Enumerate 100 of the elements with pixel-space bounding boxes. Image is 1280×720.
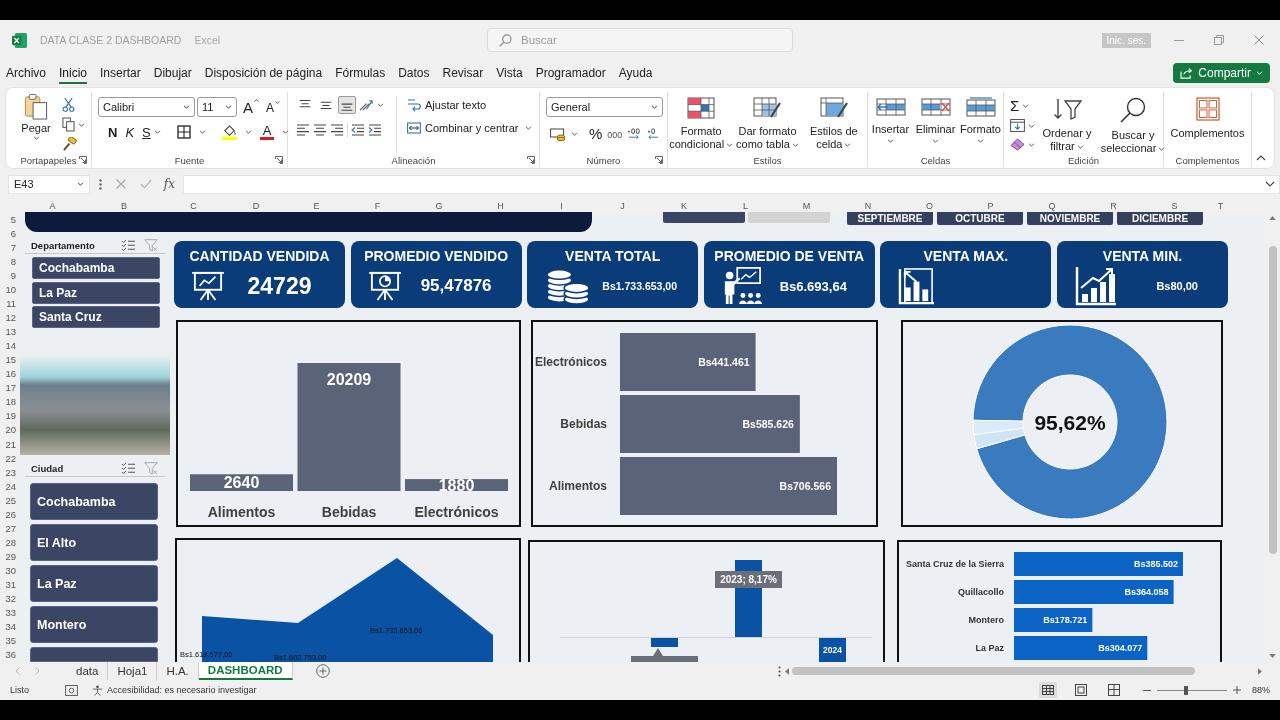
align-center-icon[interactable] — [313, 124, 327, 136]
row-number[interactable]: 21 — [0, 437, 18, 452]
column-header[interactable]: F — [347, 201, 408, 211]
scrollbar-thumb[interactable] — [1268, 246, 1277, 554]
checkmark-icon[interactable] — [139, 179, 152, 189]
styles-button[interactable]: Formato condicional — [668, 95, 735, 151]
italic-button[interactable]: K — [125, 124, 135, 140]
month-button[interactable]: OCTUBRE — [937, 212, 1023, 225]
minimize-icon[interactable] — [1174, 39, 1184, 41]
money-icon[interactable] — [550, 126, 566, 141]
row-number[interactable]: 19 — [0, 408, 18, 423]
fill-down-icon[interactable] — [1010, 119, 1025, 132]
menu-tab[interactable]: Ayuda — [618, 62, 653, 84]
month-button[interactable]: NOVIEMBRE — [1027, 212, 1113, 225]
insert-function-button[interactable]: fx — [163, 177, 175, 191]
row-number[interactable]: 11 — [0, 296, 18, 311]
column-header[interactable]: D — [226, 201, 286, 211]
menu-tab[interactable]: Insertar — [100, 62, 141, 84]
name-box[interactable]: E43 — [8, 174, 90, 194]
wrap-text-button[interactable]: Ajustar texto — [407, 98, 532, 112]
multi-select-icon[interactable] — [121, 239, 135, 251]
menu-tab[interactable]: Datos — [398, 62, 430, 84]
paint-bucket-icon[interactable] — [221, 124, 237, 140]
increase-indent-icon[interactable] — [368, 124, 382, 136]
row-number[interactable]: 12 — [0, 310, 18, 325]
column-header[interactable]: M — [776, 201, 837, 211]
merge-center-button[interactable]: Combinar y centrar — [407, 121, 519, 135]
column-header[interactable]: S — [1144, 201, 1205, 211]
column-header[interactable]: O — [899, 201, 960, 211]
column-header[interactable]: B — [87, 201, 161, 211]
sheet-tab[interactable]: H.A. — [157, 662, 199, 680]
sheet-tab[interactable]: data — [67, 662, 109, 680]
number-format-dropdown[interactable]: General — [546, 97, 663, 117]
column-header[interactable]: E — [286, 201, 347, 211]
shrink-font-button[interactable]: A — [266, 99, 281, 115]
slicer-item[interactable]: Cochabamba — [32, 257, 160, 279]
chevron-down-icon[interactable] — [1265, 181, 1275, 187]
close-icon[interactable] — [1254, 35, 1264, 45]
menu-tab[interactable]: Archivo — [6, 62, 46, 84]
slider-thumb[interactable] — [1184, 685, 1189, 695]
scroll-left-icon[interactable] — [785, 667, 789, 675]
row-number[interactable]: 9 — [0, 268, 18, 283]
sheet-tab[interactable]: DASHBOARD — [198, 662, 293, 680]
paste-button[interactable]: Pegar — [16, 93, 56, 153]
cells-button[interactable]: Eliminar — [914, 95, 957, 143]
copy-icon[interactable] — [62, 117, 75, 132]
more-options-icon[interactable] — [98, 178, 102, 190]
slicer-item[interactable]: Montero — [30, 606, 158, 643]
eraser-icon[interactable] — [1010, 138, 1025, 151]
font-name-dropdown[interactable]: Calibri — [98, 97, 195, 117]
more-options-icon[interactable] — [778, 665, 781, 677]
row-number[interactable]: 14 — [0, 338, 18, 353]
column-header[interactable]: L — [715, 201, 776, 211]
menu-tab[interactable]: Revisar — [442, 62, 484, 84]
month-button[interactable]: SEPTIEMBRE — [847, 212, 933, 225]
scroll-down-icon[interactable] — [1269, 654, 1276, 658]
slicer-item[interactable]: Cochabamba — [30, 483, 158, 520]
row-number[interactable]: 36 — [0, 647, 18, 662]
align-left-icon[interactable] — [296, 124, 310, 136]
menu-tab[interactable]: Inicio — [59, 62, 88, 84]
dialog-launcher-icon[interactable] — [79, 156, 87, 164]
bold-button[interactable]: N — [108, 124, 118, 140]
row-number[interactable]: 32 — [0, 591, 18, 606]
row-number[interactable]: 33 — [0, 605, 18, 620]
dialog-launcher-icon[interactable] — [655, 156, 663, 164]
column-header[interactable]: R — [1083, 201, 1144, 211]
dialog-launcher-icon[interactable] — [527, 156, 535, 164]
cells-button[interactable]: Insertar — [869, 95, 912, 143]
multi-select-icon[interactable] — [121, 462, 135, 474]
row-number[interactable]: 7 — [0, 240, 18, 255]
zoom-level[interactable]: 88% — [1252, 685, 1270, 695]
column-header[interactable]: C — [161, 201, 226, 211]
sheet-tab[interactable]: Hoja1 — [108, 662, 158, 680]
cells-button[interactable]: Formato — [959, 95, 1002, 143]
column-header[interactable]: A — [18, 201, 87, 211]
menu-tab[interactable]: Fórmulas — [335, 62, 386, 84]
styles-button[interactable]: Estilos de celda — [800, 95, 867, 151]
row-number[interactable]: 17 — [0, 380, 18, 395]
scroll-up-icon[interactable] — [1269, 216, 1276, 220]
autosum-button[interactable]: Σ — [1010, 98, 1020, 113]
scissors-icon[interactable] — [62, 97, 75, 112]
menu-tab[interactable]: Vista — [496, 62, 523, 84]
slicer-item[interactable]: La Paz — [32, 281, 160, 304]
menu-tab[interactable]: Programador — [535, 62, 606, 84]
find-select-button[interactable]: Buscar y seleccionar — [1099, 95, 1167, 155]
dialog-launcher-icon[interactable] — [275, 156, 283, 164]
restore-icon[interactable] — [1214, 35, 1224, 45]
chevron-up-icon[interactable] — [1256, 155, 1266, 161]
column-header[interactable]: T — [1205, 201, 1236, 211]
row-number[interactable]: 15 — [0, 352, 18, 367]
add-sheet-icon[interactable] — [315, 664, 330, 678]
slicer-item[interactable]: La Paz — [30, 565, 158, 602]
menu-tab[interactable]: Dibujar — [153, 62, 192, 84]
styles-button[interactable]: Dar formato como tabla — [734, 95, 801, 151]
column-header[interactable]: I — [531, 201, 592, 211]
scroll-right-icon[interactable] — [1258, 667, 1262, 675]
zoom-in-icon[interactable] — [1233, 686, 1241, 694]
column-header[interactable]: J — [592, 201, 653, 211]
formula-input[interactable] — [182, 174, 1280, 194]
grow-font-button[interactable]: A — [243, 98, 259, 116]
